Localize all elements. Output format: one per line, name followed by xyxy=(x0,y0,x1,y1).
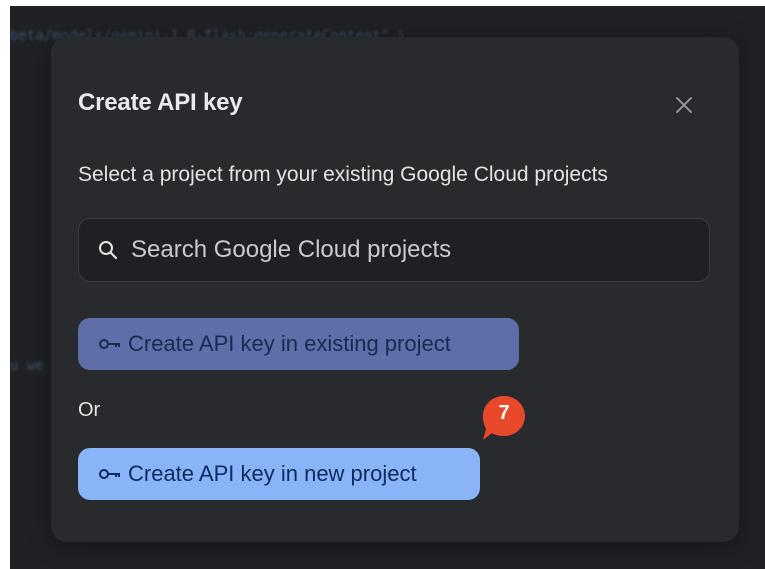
dialog-title: Create API key xyxy=(78,89,243,116)
button-label: Create API key in existing project xyxy=(128,331,451,356)
create-api-key-dialog: Create API key Select a project from you… xyxy=(51,37,739,542)
step-badge: 7 xyxy=(481,394,527,446)
step-badge-number: 7 xyxy=(498,402,510,424)
search-input[interactable] xyxy=(129,235,709,265)
create-key-new-project-button[interactable]: Create API key in new project xyxy=(78,448,480,500)
button-label: Create API key in new project xyxy=(128,461,417,486)
dialog-subtitle: Select a project from your existing Goog… xyxy=(78,163,608,186)
close-button[interactable] xyxy=(670,91,698,119)
search-icon xyxy=(96,238,120,262)
close-icon xyxy=(676,97,692,113)
key-icon xyxy=(98,467,122,481)
create-key-existing-project-button[interactable]: Create API key in existing project xyxy=(78,318,519,370)
or-separator: Or xyxy=(78,399,101,421)
project-search-box[interactable] xyxy=(78,218,710,282)
background-code-line: u we xyxy=(10,358,44,374)
key-icon xyxy=(98,337,122,351)
